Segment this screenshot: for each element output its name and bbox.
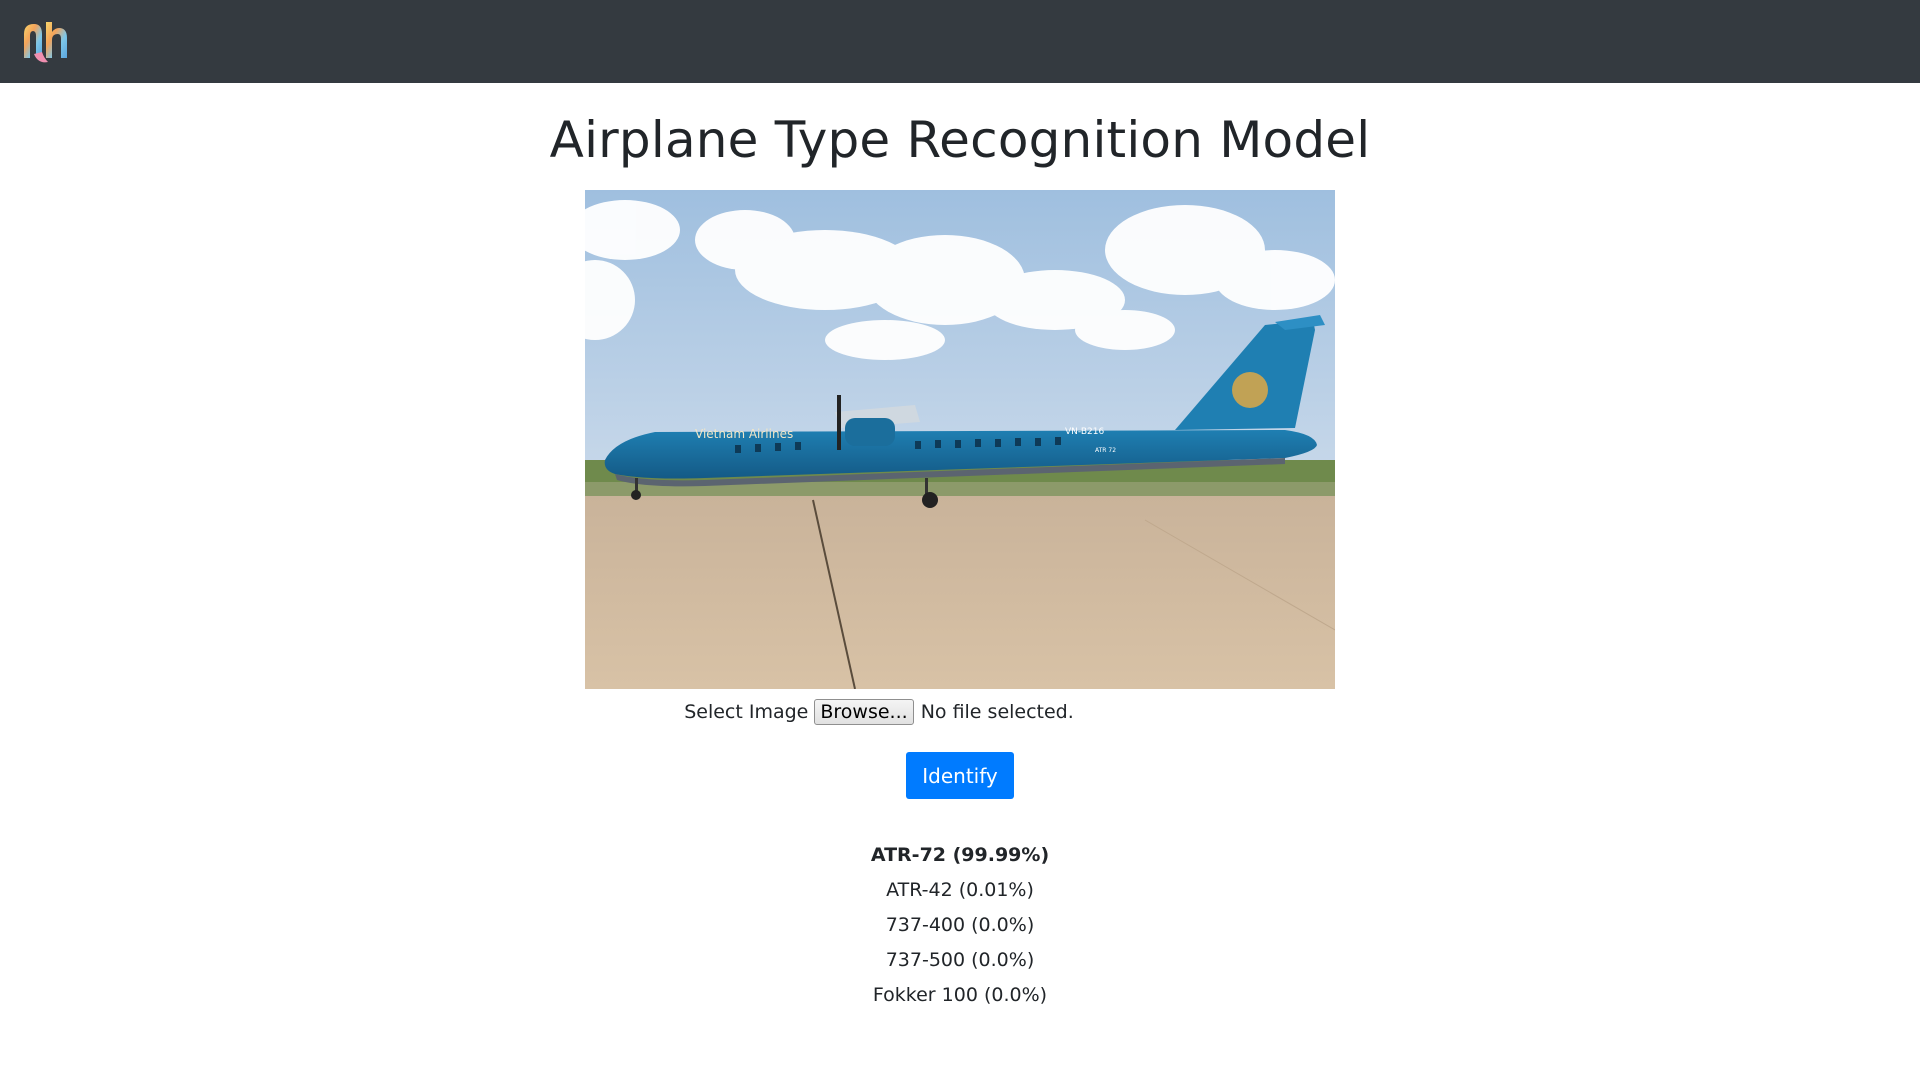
upload-row: Select Image Browse... No file selected. xyxy=(684,699,1074,725)
identify-button[interactable]: Identify xyxy=(906,752,1014,799)
page-title: Airplane Type Recognition Model xyxy=(549,111,1371,169)
type-marking-text: ATR 72 xyxy=(1095,447,1116,454)
colorful-logo-icon[interactable] xyxy=(20,18,70,66)
results-list: ATR-72 (99.99%) ATR-42 (0.01%) 737-400 (… xyxy=(871,838,1049,1013)
result-item: 737-500 (0.0%) xyxy=(885,949,1035,971)
airplane-image: Vietnam Airlines VN-B216 ATR 72 xyxy=(585,190,1335,689)
browse-button[interactable]: Browse... xyxy=(814,699,914,725)
registration-text: VN-B216 xyxy=(1065,427,1104,437)
result-item: ATR-72 (99.99%) xyxy=(870,844,1050,866)
file-status-text: No file selected. xyxy=(920,701,1074,723)
result-item: ATR-42 (0.01%) xyxy=(886,879,1034,901)
select-image-label: Select Image xyxy=(684,701,809,723)
result-item: Fokker 100 (0.0%) xyxy=(872,984,1048,1006)
fuselage-text: Vietnam Airlines xyxy=(695,427,793,441)
navbar xyxy=(0,0,1920,83)
result-item: 737-400 (0.0%) xyxy=(885,914,1035,936)
main-content: Airplane Type Recognition Model Vietnam … xyxy=(0,83,1920,1013)
